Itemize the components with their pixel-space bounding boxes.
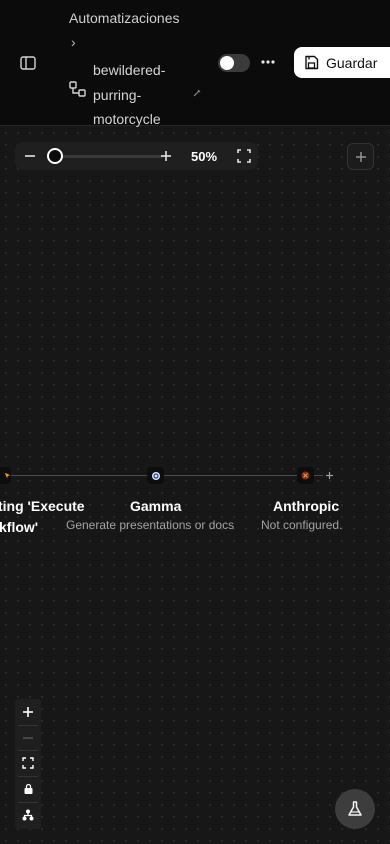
zoom-in-icon[interactable] [159,148,173,164]
edge-gamma-anthropic[interactable] [164,475,297,476]
canvas-controls [15,699,41,829]
plus-icon [355,151,366,162]
trigger-node-title: ting 'Execute [0,498,85,514]
save-label: Guardar [326,54,378,71]
more-options-icon[interactable] [258,52,278,72]
edit-name-icon[interactable] [193,84,201,97]
fit-view-icon[interactable] [15,751,41,775]
gamma-node[interactable] [147,467,164,484]
gamma-icon [151,471,160,480]
zoom-slider-thumb[interactable] [47,148,63,164]
trigger-node-title-line2: kflow' [0,519,39,535]
zoom-toolbar: 50% [15,142,258,170]
workflow-active-toggle[interactable] [218,54,250,72]
anthropic-icon [301,471,310,480]
anthropic-node-subtitle: Not configured. [261,518,343,532]
edge-trigger-gamma[interactable] [10,475,147,476]
trigger-node[interactable] [0,467,11,484]
test-workflow-button[interactable] [335,789,375,829]
toggle-knob [220,56,234,70]
zoom-level: 50% [191,149,218,164]
workflow-canvas[interactable] [0,127,390,844]
breadcrumb-automations-link[interactable]: Automatizaciones [69,10,180,26]
add-node-button[interactable] [347,143,374,170]
edge-anthropic-add [314,475,323,476]
lock-icon[interactable] [15,777,41,801]
zoom-in-control-icon[interactable] [15,700,41,724]
fullscreen-icon[interactable] [237,149,251,163]
gamma-node-title: Gamma [130,498,182,514]
top-header: Automatizaciones › bewildered-purring-mo… [0,0,390,127]
breadcrumb-separator: › [71,34,76,50]
auto-layout-icon[interactable] [15,803,41,827]
zoom-slider-track[interactable] [56,155,163,158]
save-icon [305,55,319,70]
workflow-name[interactable]: bewildered-purring-motorcycle [93,58,193,132]
anthropic-node-title: Anthropic [273,498,340,514]
zoom-out-control-icon[interactable] [15,726,41,750]
sidebar-toggle-icon[interactable] [18,54,38,72]
gamma-node-subtitle: Generate presentations or docs [66,518,235,532]
zoom-out-icon[interactable] [23,148,37,164]
pointer-icon [4,472,11,479]
anthropic-node[interactable] [297,467,314,484]
flask-icon [348,801,362,816]
workflow-icon [68,80,88,98]
add-next-node-icon[interactable] [323,469,336,482]
save-button[interactable]: Guardar [294,47,390,78]
